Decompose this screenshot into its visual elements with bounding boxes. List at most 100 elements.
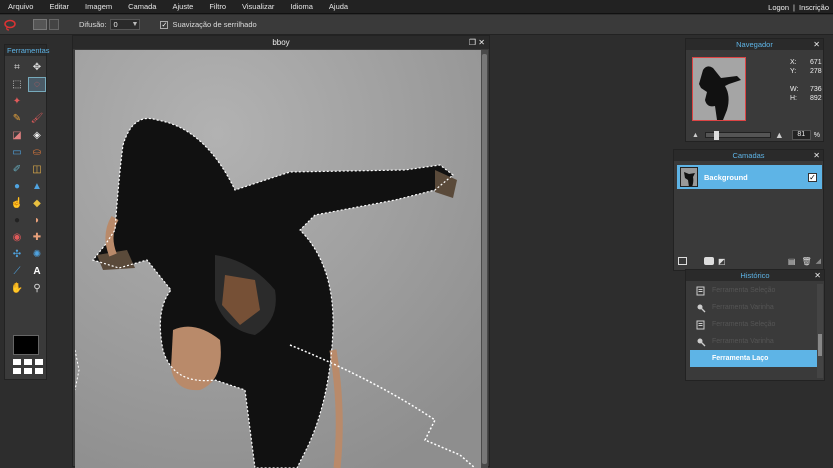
- spot-heal-tool[interactable]: ✚: [28, 230, 46, 245]
- antialias-label: Suavização de serrilhado: [172, 20, 257, 29]
- layer-mask-icon[interactable]: [704, 257, 714, 265]
- sponge-icon: ◆: [33, 198, 41, 209]
- layer-styles-icon[interactable]: [678, 257, 687, 265]
- zoom-out-icon[interactable]: ▲: [692, 132, 699, 139]
- marquee-tool[interactable]: ⬚: [8, 77, 26, 92]
- history-label: Ferramenta Varinha: [712, 304, 774, 311]
- lasso-icon: ◌: [34, 79, 40, 90]
- menu-filter[interactable]: Filtro: [201, 2, 234, 11]
- fill-icon: ◈: [33, 130, 41, 141]
- document-scrollbar[interactable]: [481, 50, 488, 468]
- crop-tool[interactable]: ⌗: [8, 60, 26, 75]
- document-title-bar[interactable]: bboy ❐ ✕: [73, 36, 489, 49]
- text-tool[interactable]: A: [28, 264, 46, 279]
- history-label: Ferramenta Seleção: [712, 287, 776, 294]
- image-canvas[interactable]: [75, 50, 481, 468]
- tool-grid: ⌗ ✥ ⬚ ◌ ✦ ✎ 🖌 ◪ ◈ ▭ ⛀ ✐ ◫ ● ▲ ☝ ◆ ● ◗ ◉ ✚ ✣ ✺ ⟋ A ✋ ⚲: [5, 56, 46, 300]
- foreground-color-swatch[interactable]: [13, 335, 39, 355]
- zoom-icon: ⚲: [33, 283, 41, 294]
- color-replace-tool[interactable]: ✐: [8, 162, 26, 177]
- menu-help[interactable]: Ajuda: [321, 2, 356, 11]
- layer-visibility-checkbox[interactable]: ✓: [808, 172, 817, 182]
- resize-grip-icon[interactable]: ◢: [816, 257, 821, 265]
- navigator-thumbnail[interactable]: [692, 57, 746, 121]
- move-tool[interactable]: ✥: [28, 60, 46, 75]
- menu-language[interactable]: Idioma: [282, 2, 321, 11]
- menu-view[interactable]: Visualizar: [234, 2, 282, 11]
- eraser-tool[interactable]: ◪: [8, 128, 26, 143]
- zoom-tool[interactable]: ⚲: [28, 281, 46, 296]
- close-icon[interactable]: ✕: [478, 38, 485, 47]
- history-item-active[interactable]: Ferramenta Laço: [690, 350, 818, 367]
- history-scrollbar[interactable]: [817, 284, 823, 378]
- pinch-tool[interactable]: ✺: [28, 247, 46, 262]
- history-label: Ferramenta Laço: [712, 355, 769, 362]
- zoom-slider[interactable]: [704, 131, 771, 140]
- zoom-unit: %: [813, 131, 820, 139]
- hand-tool[interactable]: ✋: [8, 281, 26, 296]
- picker-tool[interactable]: ◫: [28, 162, 46, 177]
- pencil-tool[interactable]: ✎: [8, 111, 26, 126]
- menu-image[interactable]: Imagem: [77, 2, 120, 11]
- maximize-icon[interactable]: ❐: [469, 38, 476, 47]
- login-link[interactable]: Logon: [768, 3, 789, 12]
- tools-panel-title: Ferramentas: [5, 45, 50, 56]
- menu-edit[interactable]: Editar: [41, 2, 77, 11]
- history-item[interactable]: Ferramenta Varinha: [690, 333, 818, 350]
- eyedropper-tool[interactable]: ⟋: [8, 264, 26, 279]
- w-label: W:: [790, 86, 799, 93]
- sharpen-icon: ▲: [32, 181, 42, 192]
- smudge-tool[interactable]: ☝: [8, 196, 26, 211]
- close-icon[interactable]: ✕: [813, 39, 820, 50]
- crop-icon: ⌗: [14, 62, 20, 73]
- selection-mode-add[interactable]: [49, 19, 59, 30]
- menu-layer[interactable]: Camada: [120, 2, 164, 11]
- new-layer-icon[interactable]: ▤: [788, 257, 796, 266]
- signup-link[interactable]: Inscrição: [799, 3, 829, 12]
- fill-tool[interactable]: ◈: [28, 128, 46, 143]
- menu-file[interactable]: Arquivo: [0, 2, 41, 11]
- selection-mode-new[interactable]: [33, 19, 47, 30]
- history-item[interactable]: Ferramenta Varinha: [690, 299, 818, 316]
- blur-tool[interactable]: ●: [8, 179, 26, 194]
- layer-settings-icon[interactable]: ◩: [718, 257, 726, 266]
- stamp-icon: ⛀: [32, 147, 42, 158]
- sharpen-tool[interactable]: ▲: [28, 179, 46, 194]
- history-title: Histórico: [740, 271, 770, 280]
- hand-icon: ✋: [10, 283, 24, 294]
- brush-tool[interactable]: 🖌: [28, 111, 46, 126]
- history-item[interactable]: Ferramenta Seleção: [690, 282, 818, 299]
- x-value: 671: [810, 59, 822, 66]
- lasso-tool-icon: [3, 18, 17, 32]
- tools-panel: Ferramentas ⌗ ✥ ⬚ ◌ ✦ ✎ 🖌 ◪ ◈ ▭ ⛀ ✐ ◫ ● ▲ ☝ ◆ ● ◗ ◉ ✚ ✣ ✺ ⟋ A ✋ ⚲: [4, 44, 50, 380]
- w-value: 736: [810, 86, 822, 93]
- close-icon[interactable]: ✕: [814, 270, 821, 281]
- red-eye-tool[interactable]: ◉: [8, 230, 26, 245]
- bloat-tool[interactable]: ✣: [8, 247, 26, 262]
- antialias-checkbox[interactable]: ✓: [160, 20, 169, 29]
- lasso-tool[interactable]: ◌: [28, 77, 46, 92]
- sponge-tool[interactable]: ◆: [28, 196, 46, 211]
- close-icon[interactable]: ✕: [813, 150, 820, 161]
- brush-icon: 🖌: [30, 113, 44, 124]
- dodge-tool[interactable]: ◗: [28, 213, 46, 228]
- document-window: bboy ❐ ✕: [72, 35, 490, 468]
- chevron-down-icon[interactable]: ▼: [132, 21, 139, 28]
- layer-row[interactable]: Background ✓: [677, 165, 822, 189]
- swatch-grid[interactable]: [13, 359, 43, 374]
- magic-wand-tool[interactable]: ✦: [8, 94, 26, 109]
- stamp-tool[interactable]: ⛀: [28, 145, 46, 160]
- trash-icon[interactable]: 🗑: [801, 257, 811, 266]
- selection-icon: [696, 286, 706, 296]
- y-value: 278: [810, 68, 822, 75]
- zoom-in-icon[interactable]: ▲: [775, 130, 784, 140]
- layers-title: Camadas: [732, 151, 765, 160]
- layer-name: Background: [704, 172, 748, 182]
- gradient-tool[interactable]: ▭: [8, 145, 26, 160]
- zoom-input[interactable]: 81: [791, 130, 811, 140]
- burn-tool[interactable]: ●: [8, 213, 26, 228]
- history-item[interactable]: Ferramenta Seleção: [690, 316, 818, 333]
- selection-icon: [696, 320, 706, 330]
- empty-tool-slot: [28, 94, 46, 109]
- menu-adjust[interactable]: Ajuste: [164, 2, 201, 11]
